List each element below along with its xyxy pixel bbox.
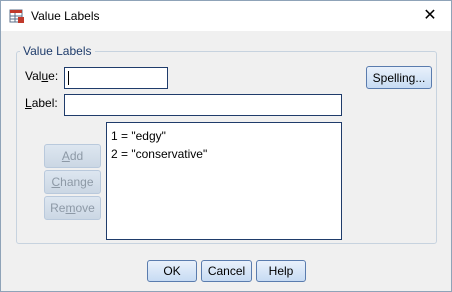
cancel-button[interactable]: Cancel xyxy=(201,260,252,282)
value-field-label: Value: xyxy=(25,69,59,83)
close-button[interactable]: ✕ xyxy=(413,3,447,29)
dialog-content: Value Labels Value: Spelling... Label: A… xyxy=(1,31,451,291)
value-labels-list[interactable]: 1 = "edgy" 2 = "conservative" xyxy=(106,122,342,240)
groupbox-title: Value Labels xyxy=(20,44,95,58)
value-labels-dialog: Value Labels ✕ Value Labels Value: Spell… xyxy=(0,0,452,292)
change-button[interactable]: Change xyxy=(44,170,101,194)
label-field-label: Label: xyxy=(25,96,58,110)
text-caret xyxy=(68,71,69,85)
help-button[interactable]: Help xyxy=(256,260,306,282)
list-item[interactable]: 1 = "edgy" xyxy=(111,127,341,145)
label-input[interactable] xyxy=(64,94,342,116)
add-button[interactable]: Add xyxy=(44,144,101,168)
list-item[interactable]: 2 = "conservative" xyxy=(111,145,341,163)
window-title: Value Labels xyxy=(31,9,100,23)
remove-button[interactable]: Re m ove xyxy=(44,196,101,220)
value-input[interactable] xyxy=(64,67,168,89)
title-bar: Value Labels ✕ xyxy=(1,1,451,31)
ok-button[interactable]: OK xyxy=(147,260,197,282)
spelling-button[interactable]: Spelling... xyxy=(366,66,432,89)
close-icon: ✕ xyxy=(423,7,437,24)
app-icon xyxy=(9,8,25,24)
